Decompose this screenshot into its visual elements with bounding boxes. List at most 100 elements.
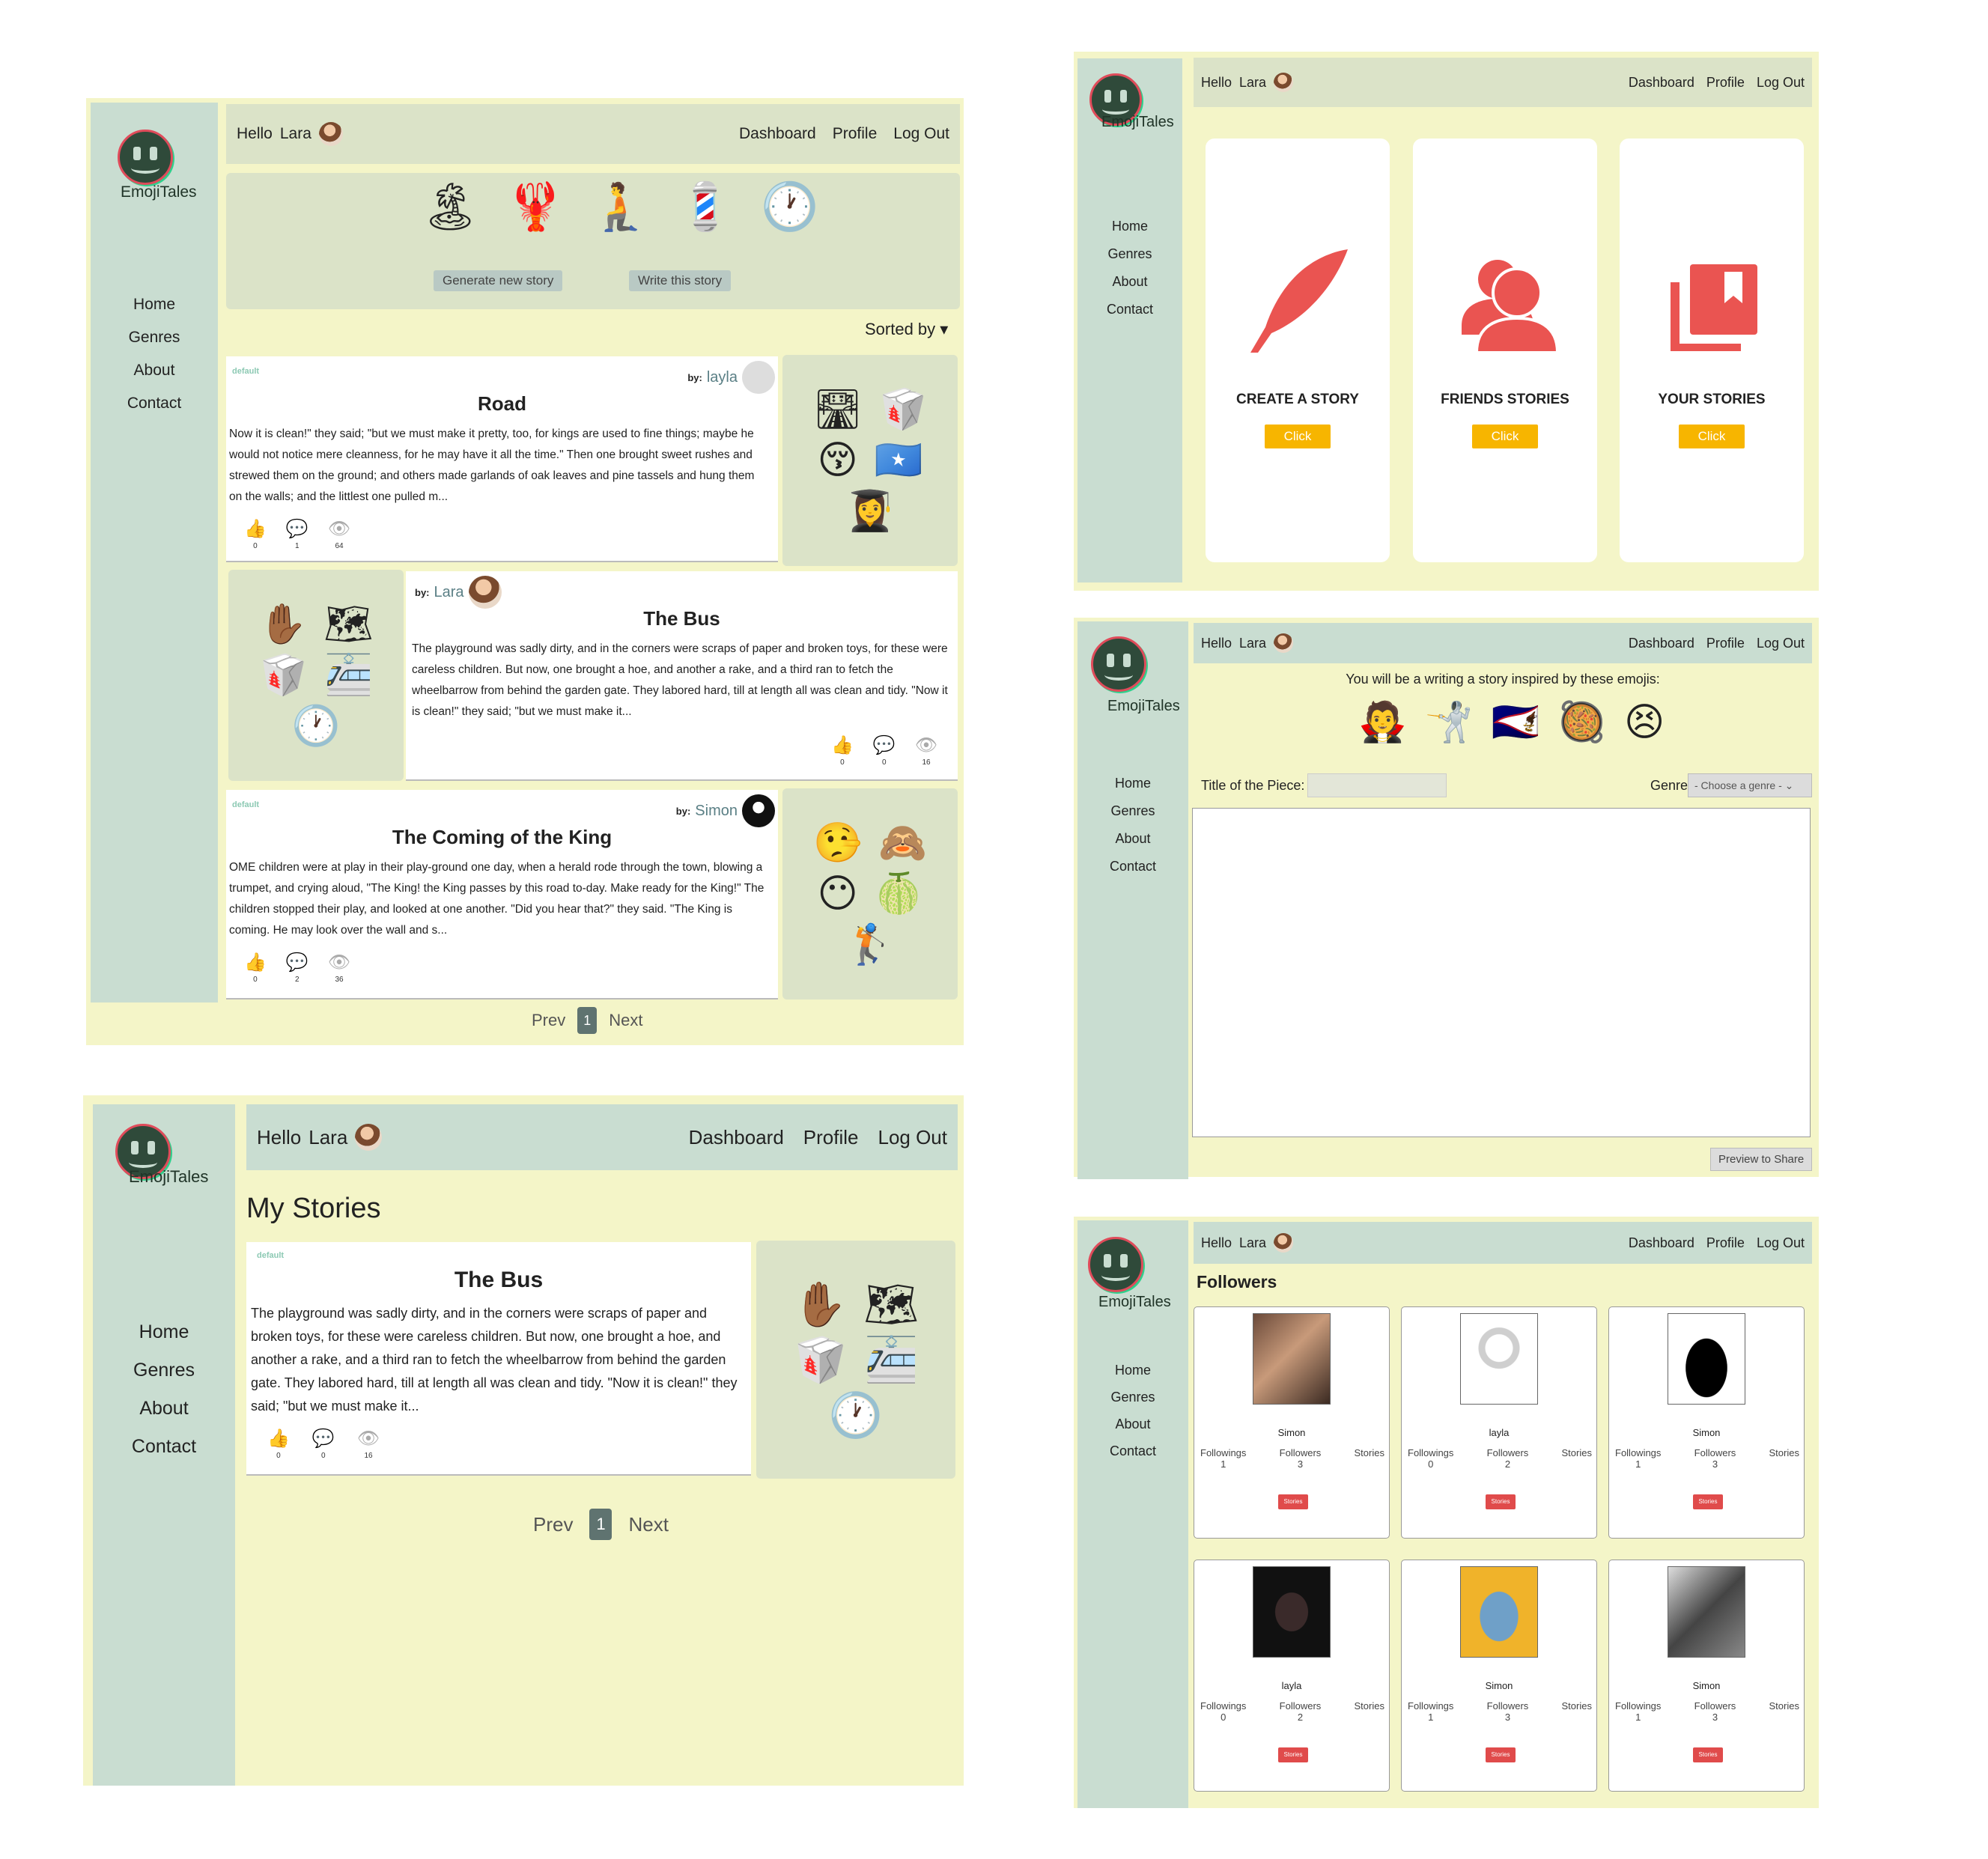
nav-contact[interactable]: Contact: [93, 1436, 235, 1474]
your-stories-click-button[interactable]: Click: [1678, 425, 1745, 448]
stories-button[interactable]: Stories: [1278, 1494, 1308, 1509]
logo[interactable]: EmojiTales: [1088, 636, 1185, 714]
nav-genres[interactable]: Genres: [1077, 1390, 1188, 1417]
user-avatar[interactable]: [1274, 73, 1294, 92]
follower-photo[interactable]: [1460, 1313, 1538, 1405]
stories-button[interactable]: Stories: [1693, 1494, 1723, 1509]
nav-contact[interactable]: Contact: [91, 395, 218, 428]
follower-card[interactable]: layla Followings 0 Followers 2 Stories Stories: [1401, 1306, 1597, 1539]
author-name[interactable]: Simon: [695, 803, 738, 820]
nav-about[interactable]: About: [1077, 831, 1188, 859]
comment-icon[interactable]: 💬: [312, 1429, 335, 1447]
follower-card[interactable]: layla Followings 0 Followers 2 Stories Stories: [1194, 1560, 1390, 1792]
dashboard-link[interactable]: Dashboard: [1629, 636, 1694, 651]
stories-button[interactable]: Stories: [1693, 1747, 1723, 1762]
story-title[interactable]: The Bus: [406, 607, 958, 630]
logout-link[interactable]: Log Out: [878, 1126, 947, 1149]
author-name[interactable]: Lara: [434, 584, 464, 601]
nav-genres[interactable]: Genres: [1077, 246, 1182, 274]
nav-contact[interactable]: Contact: [1077, 1443, 1188, 1470]
like-icon[interactable]: 👍: [267, 1429, 290, 1447]
follower-photo[interactable]: [1253, 1313, 1331, 1405]
follower-photo[interactable]: [1668, 1566, 1745, 1658]
follower-name[interactable]: layla: [1402, 1427, 1596, 1438]
nav-genres[interactable]: Genres: [1077, 803, 1188, 831]
next-page-link[interactable]: Next: [628, 1513, 668, 1536]
current-page[interactable]: 1: [589, 1509, 612, 1540]
nav-home[interactable]: Home: [93, 1321, 235, 1360]
create-story-click-button[interactable]: Click: [1264, 425, 1331, 448]
author-avatar[interactable]: [742, 794, 775, 827]
sort-dropdown[interactable]: Sorted by ▾: [865, 320, 948, 339]
dashboard-link[interactable]: Dashboard: [1629, 75, 1694, 91]
generate-new-story-button[interactable]: Generate new story: [434, 270, 563, 291]
prev-page-link[interactable]: Prev: [532, 1011, 565, 1030]
user-avatar[interactable]: [1274, 633, 1294, 653]
follower-card[interactable]: Simon Followings 1 Followers 3 Stories Stories: [1608, 1306, 1805, 1539]
write-this-story-button[interactable]: Write this story: [629, 270, 732, 291]
profile-link[interactable]: Profile: [1706, 75, 1745, 91]
stories-button[interactable]: Stories: [1486, 1747, 1516, 1762]
logo[interactable]: EmojiTales: [115, 1124, 228, 1191]
nav-home[interactable]: Home: [91, 296, 218, 329]
logout-link[interactable]: Log Out: [893, 125, 949, 143]
dashboard-link[interactable]: Dashboard: [739, 125, 816, 143]
story-title[interactable]: The Coming of the King: [226, 826, 778, 849]
author-name[interactable]: layla: [707, 369, 738, 386]
nav-about[interactable]: About: [1077, 274, 1182, 302]
follower-name[interactable]: Simon: [1194, 1427, 1389, 1438]
profile-link[interactable]: Profile: [1706, 1235, 1745, 1251]
story-card-the-bus[interactable]: by: Lara The Bus The playground was sadly…: [406, 571, 958, 781]
follower-card[interactable]: Simon Followings 1 Followers 3 Stories Stories: [1194, 1306, 1390, 1539]
genre-select[interactable]: - Choose a genre - ⌄: [1688, 773, 1812, 797]
follower-photo[interactable]: [1253, 1566, 1331, 1658]
dashboard-link[interactable]: Dashboard: [689, 1126, 784, 1149]
follower-name[interactable]: Simon: [1402, 1680, 1596, 1691]
comment-icon[interactable]: 💬: [286, 953, 308, 971]
author-avatar[interactable]: [468, 576, 502, 609]
your-stories-card[interactable]: YOUR STORIES Click: [1620, 139, 1804, 562]
story-card-road[interactable]: default by: layla Road Now it is clean!" …: [226, 356, 778, 562]
current-page[interactable]: 1: [577, 1007, 598, 1034]
like-icon[interactable]: 👍: [831, 736, 854, 754]
title-input[interactable]: [1307, 773, 1447, 797]
story-title[interactable]: The Bus: [246, 1268, 751, 1293]
comment-icon[interactable]: 💬: [286, 520, 308, 538]
story-textarea[interactable]: [1192, 808, 1811, 1137]
nav-home[interactable]: Home: [1077, 219, 1182, 246]
story-title[interactable]: Road: [226, 392, 778, 416]
nav-contact[interactable]: Contact: [1077, 859, 1188, 886]
follower-name[interactable]: Simon: [1609, 1427, 1804, 1438]
profile-link[interactable]: Profile: [1706, 636, 1745, 651]
nav-home[interactable]: Home: [1077, 1363, 1188, 1390]
preview-to-share-button[interactable]: Preview to Share: [1710, 1148, 1813, 1171]
nav-genres[interactable]: Genres: [91, 329, 218, 362]
logo[interactable]: EmojiTales: [112, 130, 209, 204]
follower-card[interactable]: Simon Followings 1 Followers 3 Stories Stories: [1401, 1560, 1597, 1792]
author-avatar[interactable]: [742, 361, 775, 394]
profile-link[interactable]: Profile: [833, 125, 878, 143]
follower-card[interactable]: Simon Followings 1 Followers 3 Stories Stories: [1608, 1560, 1805, 1792]
like-icon[interactable]: 👍: [244, 953, 267, 971]
logo[interactable]: EmojiTales: [1085, 1237, 1186, 1310]
profile-link[interactable]: Profile: [803, 1126, 859, 1149]
comment-icon[interactable]: 💬: [873, 736, 896, 754]
follower-name[interactable]: layla: [1194, 1680, 1389, 1691]
logo[interactable]: EmojiTales: [1086, 73, 1176, 141]
like-icon[interactable]: 👍: [244, 520, 267, 538]
dashboard-link[interactable]: Dashboard: [1629, 1235, 1694, 1251]
logout-link[interactable]: Log Out: [1757, 1235, 1805, 1251]
nav-home[interactable]: Home: [1077, 776, 1188, 803]
nav-about[interactable]: About: [93, 1398, 235, 1436]
follower-photo[interactable]: [1668, 1313, 1745, 1405]
logout-link[interactable]: Log Out: [1757, 75, 1805, 91]
user-avatar[interactable]: [318, 122, 343, 146]
user-avatar[interactable]: [355, 1124, 383, 1151]
next-page-link[interactable]: Next: [609, 1011, 642, 1030]
follower-name[interactable]: Simon: [1609, 1680, 1804, 1691]
nav-contact[interactable]: Contact: [1077, 302, 1182, 329]
nav-about[interactable]: About: [1077, 1417, 1188, 1443]
prev-page-link[interactable]: Prev: [533, 1513, 573, 1536]
nav-about[interactable]: About: [91, 362, 218, 395]
user-avatar[interactable]: [1274, 1233, 1294, 1253]
